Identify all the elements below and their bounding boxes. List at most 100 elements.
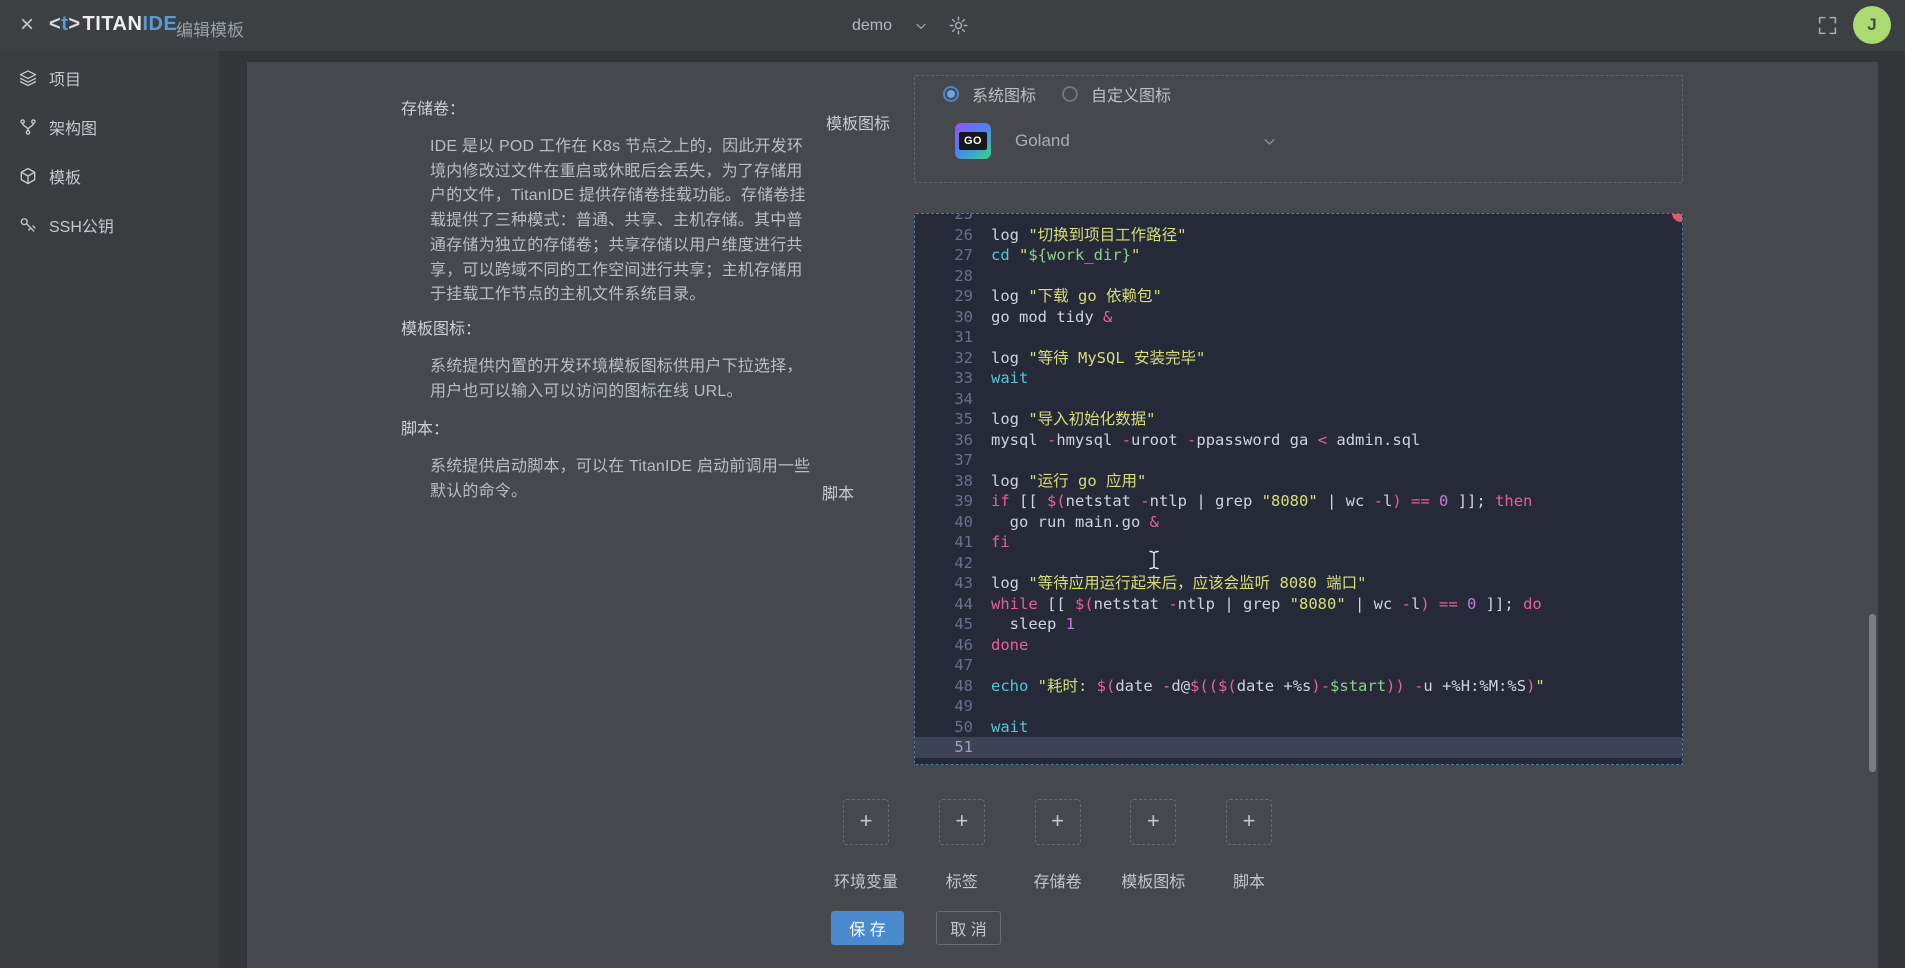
- close-icon[interactable]: ×: [20, 11, 34, 39]
- doc-line: 载提供了三种模式：普通、共享、主机存储。其中普: [430, 209, 806, 234]
- icon-section-label: 模板图标: [826, 110, 890, 134]
- scrollbar-thumb[interactable]: [1869, 614, 1876, 772]
- line-number: 27: [915, 245, 973, 266]
- sidebar-item-架构图[interactable]: 架构图: [0, 115, 219, 139]
- radio-自定义图标[interactable]: 自定义图标: [1062, 82, 1171, 106]
- main-panel: 存储卷：IDE 是以 POD 工作在 K8s 节点之上的，因此开发环境内修改过文…: [247, 62, 1878, 968]
- project-name: demo: [852, 17, 892, 35]
- line-number: 49: [915, 696, 973, 717]
- line-number: 25: [915, 213, 973, 225]
- code-text: wait: [991, 717, 1028, 738]
- line-number: 28: [915, 266, 973, 287]
- layers-icon: [18, 68, 38, 88]
- radio-系统图标[interactable]: 系统图标: [943, 82, 1036, 106]
- doc-line: 默认的命令。: [430, 480, 810, 505]
- logo-bracket-left: <: [49, 13, 61, 35]
- key-icon: [18, 215, 38, 235]
- line-number: 35: [915, 409, 973, 430]
- add-button-label: 脚本: [1233, 868, 1265, 892]
- code-text: go run main.go &: [991, 512, 1159, 533]
- logo-bracket-right: >: [68, 13, 80, 35]
- cancel-button[interactable]: 取 消: [936, 911, 1001, 945]
- line-number: 30: [915, 307, 973, 328]
- code-text: if [[ $(netstat -ntlp | grep "8080" | wc…: [991, 491, 1532, 512]
- code-line-43: 43 log "等待应用运行起来后，应该会监听 8080 端口": [915, 573, 1682, 594]
- code-line-46: 46done: [915, 635, 1682, 656]
- add-group-脚本: +脚本: [1226, 799, 1272, 845]
- doc-line: 境内修改过文件在重启或休眠后会丢失，为了存储用: [430, 160, 806, 185]
- template-icon-form: 系统图标 自定义图标 GO Goland: [914, 75, 1683, 183]
- code-line-30: 30 go mod tidy &: [915, 307, 1682, 328]
- code-lines: 2526log "切换到项目工作路径"27cd "${work_dir}"282…: [915, 213, 1682, 758]
- add-button-label: 标签: [946, 868, 978, 892]
- cube-icon: [18, 166, 38, 186]
- doc-line: 系统提供内置的开发环境模板图标供用户下拉选择，: [430, 355, 803, 380]
- code-text: sleep 1: [991, 614, 1075, 635]
- code-line-26: 26log "切换到项目工作路径": [915, 225, 1682, 246]
- line-number: 42: [915, 553, 973, 574]
- line-number: 33: [915, 368, 973, 389]
- line-number: 26: [915, 225, 973, 246]
- add-group-环境变量: +环境变量: [843, 799, 889, 845]
- line-number: 32: [915, 348, 973, 369]
- radio-label: 自定义图标: [1091, 82, 1171, 106]
- radio-unselected-icon: [1062, 86, 1078, 102]
- line-number: 45: [915, 614, 973, 635]
- sidebar-item-项目[interactable]: 项目: [0, 66, 219, 90]
- line-number: 39: [915, 491, 973, 512]
- screen: × <t>TITANIDE 编辑模板 demo J 项目架构图模板 SSH公钥 存…: [0, 0, 1905, 968]
- line-number: 48: [915, 676, 973, 697]
- sidebar-items: 项目架构图模板 SSH公钥: [0, 51, 219, 237]
- code-line-32: 32log "等待 MySQL 安装完毕": [915, 348, 1682, 369]
- topbar: × <t>TITANIDE 编辑模板 demo J: [0, 0, 1905, 51]
- sidebar-item-SSH公钥[interactable]: SSH公钥: [0, 213, 219, 237]
- line-number: 29: [915, 286, 973, 307]
- add-模板图标-button[interactable]: +: [1130, 799, 1176, 845]
- logo-titan: TITAN: [83, 13, 143, 35]
- doc-heading: 模板图标：: [401, 315, 481, 339]
- sidebar: 项目架构图模板 SSH公钥: [0, 51, 219, 968]
- project-switcher[interactable]: demo: [852, 0, 928, 51]
- doc-section: 存储卷：IDE 是以 POD 工作在 K8s 节点之上的，因此开发环境内修改过文…: [401, 95, 465, 119]
- line-number: 38: [915, 471, 973, 492]
- code-text: log "下载 go 依赖包": [991, 286, 1162, 307]
- code-text: log "导入初始化数据": [991, 409, 1156, 430]
- add-环境变量-button[interactable]: +: [843, 799, 889, 845]
- chevron-down-icon: [914, 19, 928, 33]
- add-脚本-button[interactable]: +: [1226, 799, 1272, 845]
- sidebar-item-模板[interactable]: 模板: [0, 164, 219, 188]
- code-line-35: 35 log "导入初始化数据": [915, 409, 1682, 430]
- doc-line: 享，可以跨域不同的工作空间进行共享；主机存储用: [430, 259, 806, 284]
- code-text: go mod tidy &: [991, 307, 1112, 328]
- save-button[interactable]: 保 存: [831, 911, 904, 945]
- add-button-label: 环境变量: [834, 868, 898, 892]
- code-text: log "等待应用运行起来后，应该会监听 8080 端口": [991, 573, 1366, 594]
- code-line-27: 27cd "${work_dir}": [915, 245, 1682, 266]
- line-number: 41: [915, 532, 973, 553]
- code-line-41: 41fi: [915, 532, 1682, 553]
- code-text: done: [991, 635, 1028, 656]
- add-存储卷-button[interactable]: +: [1035, 799, 1081, 845]
- code-line-29: 29 log "下载 go 依赖包": [915, 286, 1682, 307]
- script-code-editor[interactable]: 2526log "切换到项目工作路径"27cd "${work_dir}"282…: [914, 213, 1683, 765]
- sidebar-item-label: SSH公钥: [49, 213, 114, 237]
- code-text: while [[ $(netstat -ntlp | grep "8080" |…: [991, 594, 1542, 615]
- code-line-28: 28: [915, 266, 1682, 287]
- code-text: wait: [991, 368, 1028, 389]
- gear-icon[interactable]: [948, 15, 969, 36]
- line-number: 44: [915, 594, 973, 615]
- code-text: log "运行 go 应用": [991, 471, 1146, 492]
- line-number: 50: [915, 717, 973, 738]
- line-number: 43: [915, 573, 973, 594]
- architecture-icon: [18, 117, 38, 137]
- page-title: 编辑模板: [176, 16, 244, 41]
- add-group-标签: +标签: [939, 799, 985, 845]
- code-line-45: 45 sleep 1: [915, 614, 1682, 635]
- code-line-50: 50 wait: [915, 717, 1682, 738]
- add-标签-button[interactable]: +: [939, 799, 985, 845]
- fullscreen-icon[interactable]: [1817, 15, 1838, 36]
- code-text: echo "耗时: $(date -d@$(($(date +%s)-$star…: [991, 676, 1545, 697]
- icon-select[interactable]: GO Goland: [955, 123, 1277, 159]
- sidebar-item-label: 架构图: [49, 115, 97, 139]
- avatar[interactable]: J: [1853, 6, 1891, 44]
